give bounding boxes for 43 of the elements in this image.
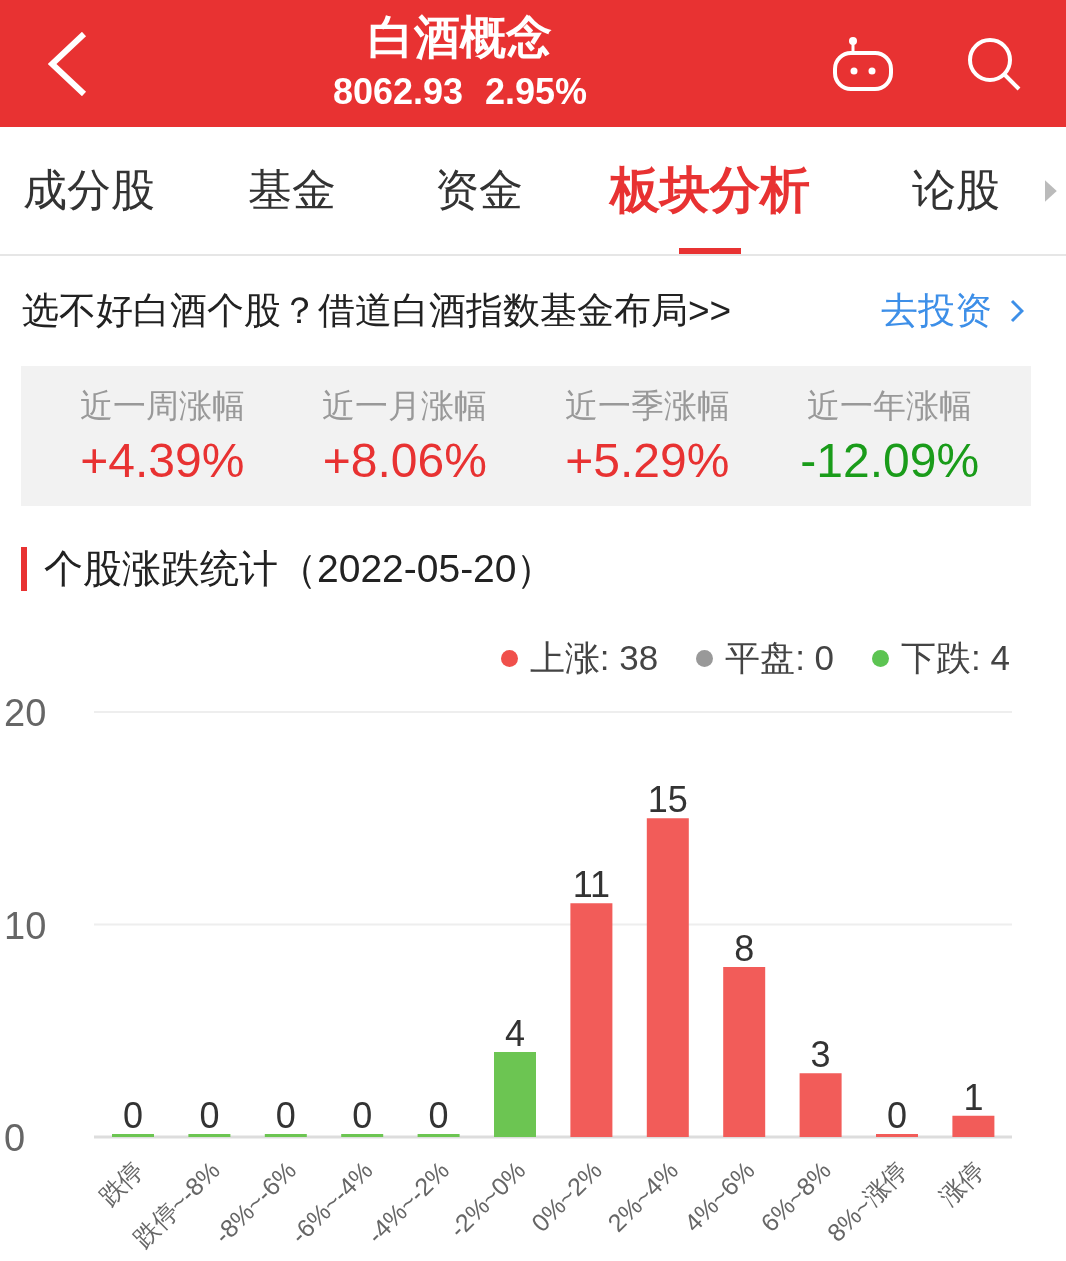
- index-change: 2.95%: [485, 70, 588, 113]
- tab[interactable]: 资金: [405, 127, 553, 254]
- section-title: 个股涨跌统计（2022-05-20）: [44, 546, 556, 592]
- bar-value-label: 4: [505, 1013, 525, 1054]
- bar-value-label: 0: [887, 1095, 907, 1136]
- stat-value: +8.06%: [322, 433, 487, 488]
- stat-value: +5.29%: [565, 433, 730, 488]
- tab[interactable]: 成分股: [0, 127, 179, 254]
- back-icon[interactable]: [48, 31, 88, 96]
- category-label: 跌停: [93, 1155, 149, 1211]
- stat-value: -12.09%: [800, 433, 980, 488]
- stat-label: 近一季涨幅: [564, 386, 730, 426]
- bar-value-label: 8: [734, 928, 755, 969]
- stat-value: +4.39%: [80, 433, 245, 488]
- legend-label: 平盘: 0: [725, 636, 835, 679]
- tab[interactable]: 论股: [867, 127, 1045, 254]
- legend-label: 上涨: 38: [529, 636, 659, 679]
- axis-tick-label: 10: [4, 904, 47, 947]
- bar-value-label: 3: [810, 1034, 831, 1076]
- bar-value-label: 0: [428, 1095, 449, 1136]
- search-icon[interactable]: [966, 35, 1022, 92]
- bar-value-label: 0: [123, 1095, 143, 1136]
- bar-value-label: 0: [275, 1095, 296, 1136]
- bar-value-label: 15: [647, 779, 688, 821]
- page-title: 白酒概念: [368, 10, 552, 63]
- bar-value-label: 11: [572, 864, 611, 906]
- tab[interactable]: 基金: [178, 127, 406, 254]
- bar-value-label: 1: [963, 1076, 984, 1118]
- bar-value-label: 0: [199, 1095, 220, 1136]
- section-marker: [21, 547, 27, 591]
- stat-label: 近一月涨幅: [322, 386, 488, 426]
- legend-label: 下跌: 4: [901, 636, 1010, 679]
- stat-label: 近一周涨幅: [79, 386, 245, 426]
- category-label: 涨停: [933, 1155, 989, 1211]
- index-value: 8062.93: [332, 70, 464, 113]
- stat-label: 近一年涨幅: [807, 386, 973, 426]
- tab[interactable]: 板块分析: [552, 127, 868, 254]
- axis-tick-label: 20: [4, 692, 47, 734]
- axis-tick-label: 0: [4, 1117, 26, 1159]
- robot-icon[interactable]: [832, 35, 894, 92]
- promo-text: 选不好白酒个股？借道白酒指数基金布局>>: [22, 289, 733, 333]
- chevron-right-icon: [1010, 299, 1024, 323]
- bar-value-label: 0: [352, 1095, 373, 1136]
